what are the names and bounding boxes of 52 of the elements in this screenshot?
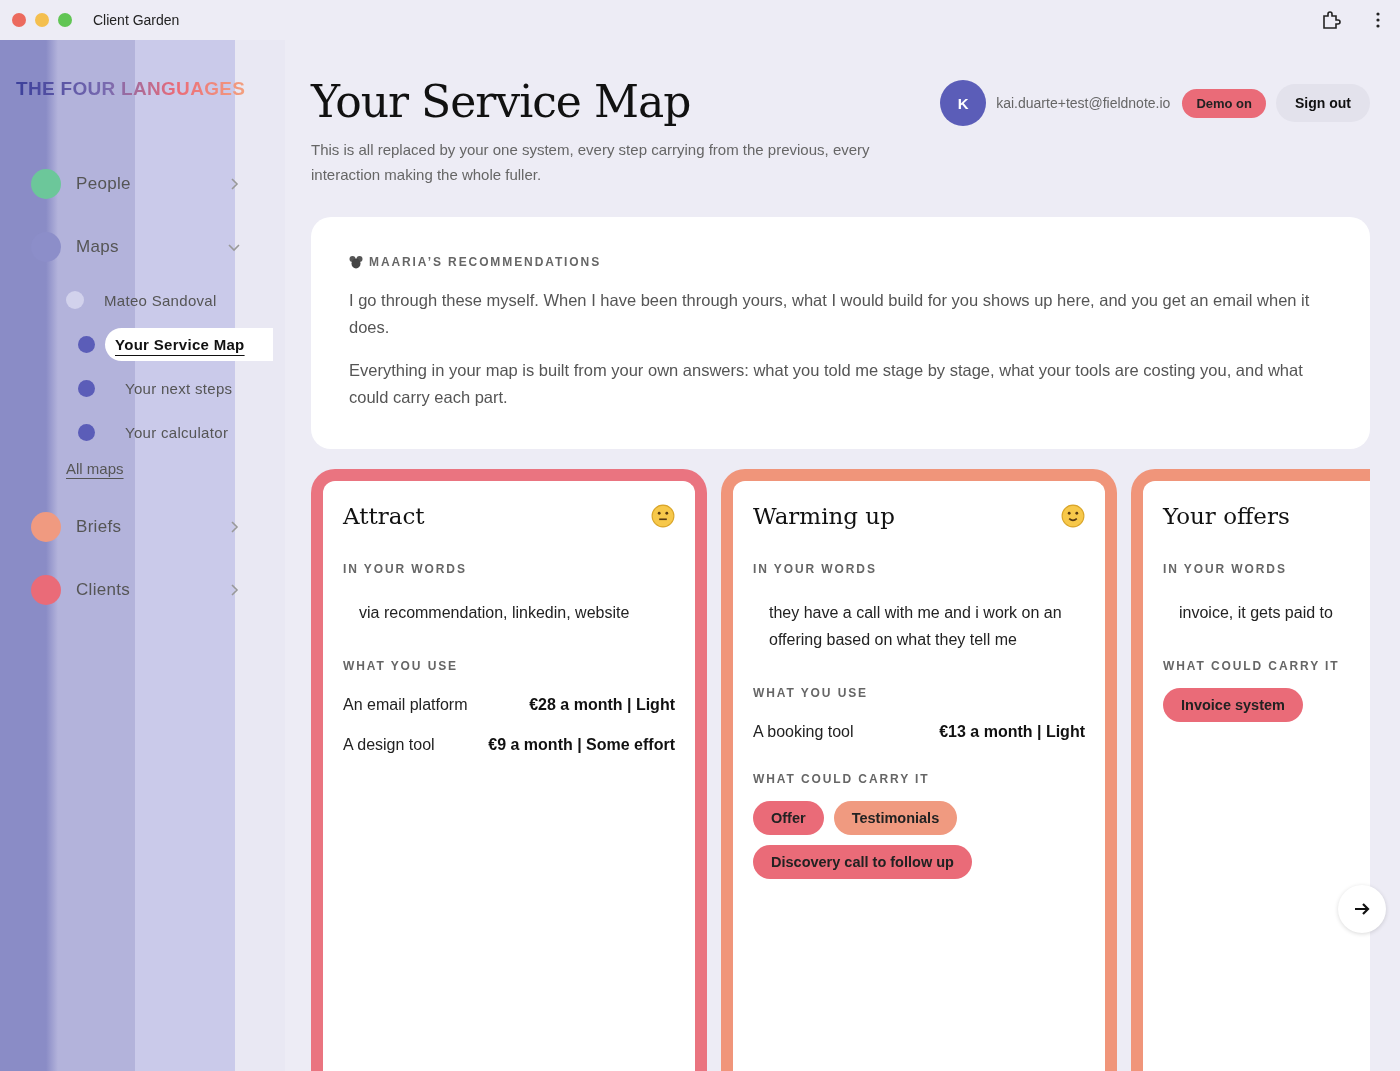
section-label: IN YOUR WORDS [343, 562, 467, 576]
tool-name: A design tool [343, 736, 435, 754]
stage-title: Your offers [1163, 503, 1290, 529]
section-label: IN YOUR WORDS [753, 562, 877, 576]
close-button[interactable] [12, 13, 26, 27]
stage-title: Attract [343, 503, 425, 529]
section-label: WHAT COULD CARRY IT [753, 772, 930, 786]
nav-item[interactable]: Mateo Sandoval [104, 291, 217, 309]
nav-item[interactable]: Your Service Map [105, 327, 273, 361]
nav-dot [66, 291, 84, 309]
section-label: WHAT YOU USE [343, 659, 459, 673]
tool-cost: €9 a month | Some effort [488, 736, 675, 754]
client-words: invoice, it gets paid to [1179, 603, 1334, 623]
section-label: WHAT COULD CARRY IT [1163, 659, 1340, 673]
stage-title: Warming up [753, 503, 895, 529]
window-title: Client Garden [93, 12, 181, 28]
user-avatar[interactable]: K [940, 80, 987, 126]
client-words: they have a call with me and i work on an offering based on what they tell me [769, 603, 1063, 650]
nav-item[interactable]: Your calculator [115, 415, 257, 449]
tool-cost: €13 a month | Light [939, 723, 1085, 741]
nav-item[interactable]: Briefs [76, 516, 227, 537]
nav-item[interactable]: Your next steps [115, 371, 261, 405]
nav-item[interactable]: Clients [76, 579, 227, 600]
tool-name: An email platform [343, 696, 468, 714]
carrier-tag[interactable]: Invoice system [1163, 688, 1303, 722]
tool-cost: €28 a month | Light [529, 696, 675, 714]
all-maps-link[interactable]: All maps [66, 460, 124, 477]
page-subtitle: This is all replaced by your one system, every step carrying from the previous, every interaction making the whole fuller. [311, 140, 871, 185]
more-icon[interactable] [1376, 12, 1380, 28]
recommendations-heading: MAARIA’S RECOMMENDATIONS [369, 255, 602, 269]
demo-badge: Demo on [1182, 88, 1266, 118]
nav-dot [78, 335, 95, 353]
next-button[interactable] [1338, 885, 1386, 933]
minimize-button[interactable] [35, 13, 49, 27]
nav-dot [78, 423, 95, 441]
carrier-tag[interactable]: Offer [753, 801, 824, 835]
client-words: via recommendation, linkedin, website [359, 603, 631, 623]
carrier-tag[interactable]: Discovery call to follow up [753, 845, 972, 879]
recommendation-text: I go through these myself. When I have been through yours, what I would build for you shows up here, and you get an email when it does. [349, 290, 1311, 338]
recommendation-text: Everything in your map is built from your own answers: what you told me stage by stage, what your tools are costing you, and what could carry each part. [349, 360, 1304, 408]
page-title: Your Service Map [311, 76, 692, 127]
user-email: kai.duarte+test@fieldnote.io [996, 95, 1171, 111]
nav-item[interactable]: People [76, 173, 227, 194]
section-label: IN YOUR WORDS [1163, 562, 1287, 576]
section-label: WHAT YOU USE [753, 686, 869, 700]
puzzle-icon[interactable] [1321, 10, 1341, 30]
carrier-tag[interactable]: Testimonials [833, 801, 958, 835]
tool-name: A booking tool [753, 723, 854, 741]
maximize-button[interactable] [58, 13, 72, 27]
nav-item[interactable]: Maps [76, 236, 227, 257]
nav-dot [78, 379, 95, 397]
sign-out-button[interactable]: Sign out [1276, 84, 1370, 122]
